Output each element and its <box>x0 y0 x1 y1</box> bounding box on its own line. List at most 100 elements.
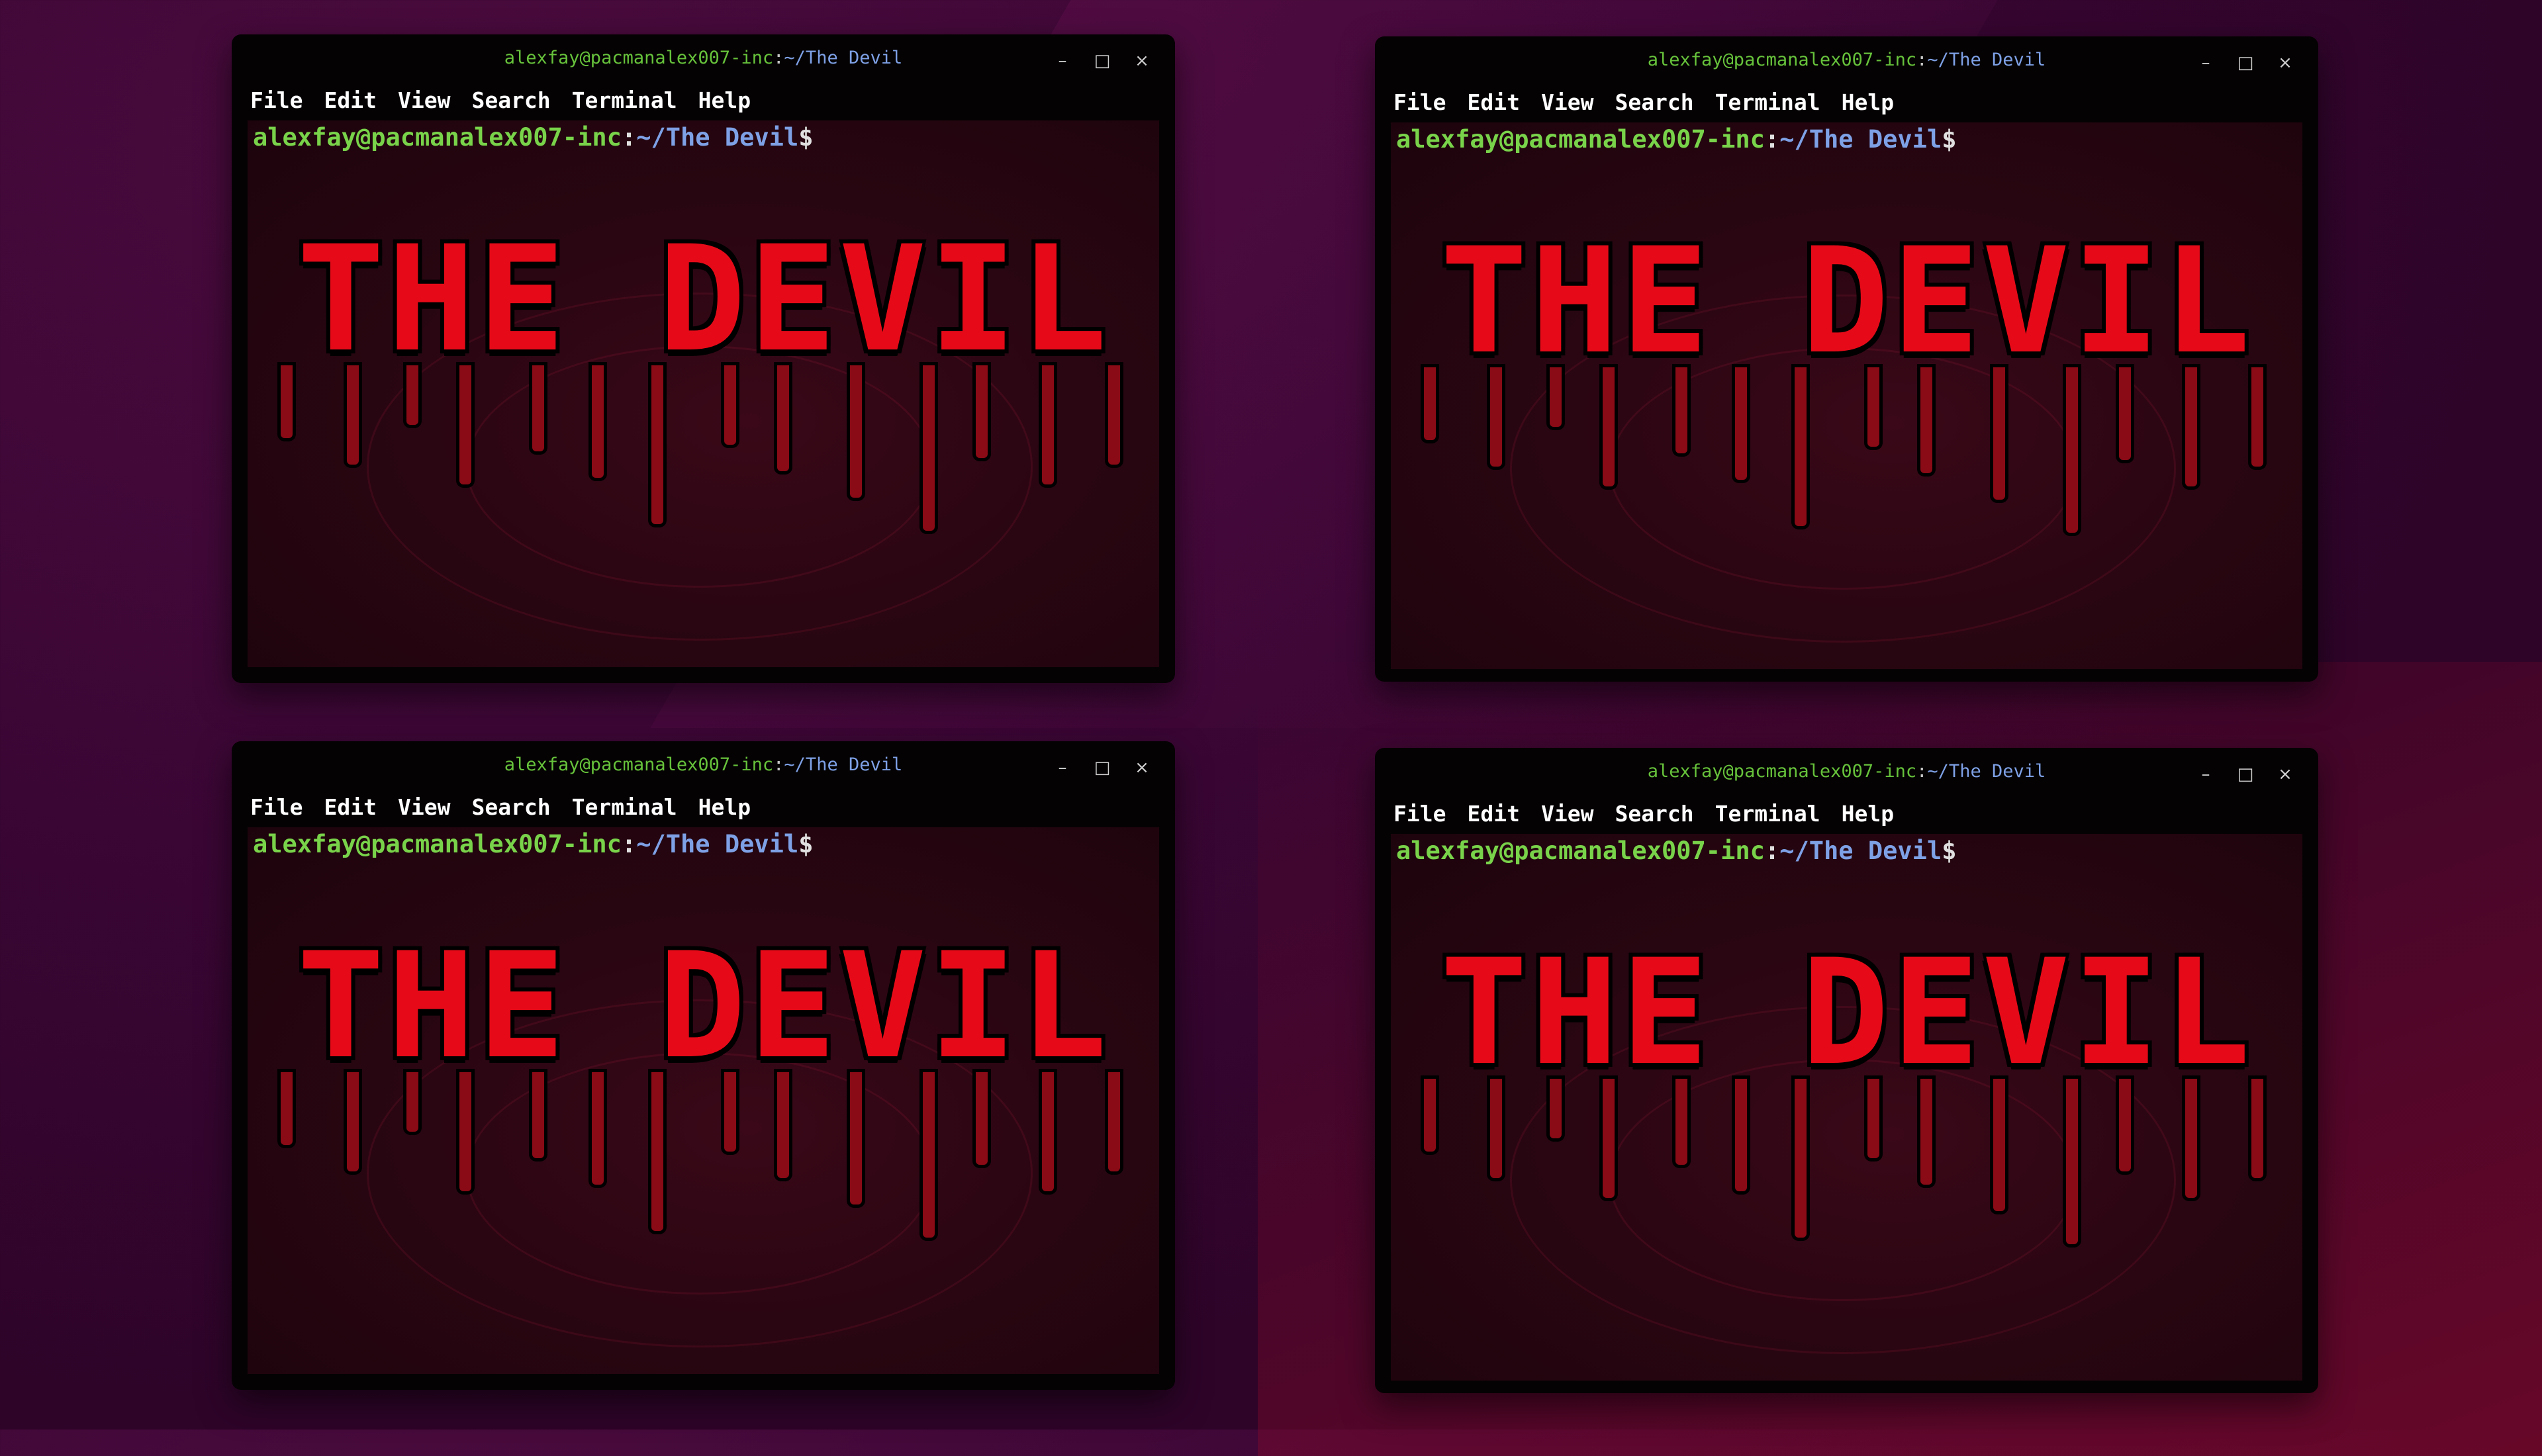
prompt-symbol: $ <box>1942 837 1957 865</box>
blood-drip <box>2251 367 2263 467</box>
blood-drip <box>1795 367 1807 526</box>
prompt-symbol: $ <box>798 830 814 858</box>
blood-drip <box>281 365 293 438</box>
title-user: alexfay@pacmanalex007-inc <box>504 48 774 68</box>
title-separator: : <box>1916 50 1928 70</box>
title-bar[interactable]: alexfay@pacmanalex007-inc:~/The Devil – … <box>1375 36 2318 88</box>
terminal-area[interactable]: alexfay@pacmanalex007-inc:~/The Devil$ T… <box>1391 834 2302 1381</box>
menu-search[interactable]: Search <box>471 86 550 120</box>
minimize-icon[interactable]: – <box>1049 49 1076 75</box>
menu-search[interactable]: Search <box>1615 799 1693 834</box>
window-title: alexfay@pacmanalex007-inc:~/The Devil <box>1375 761 2318 782</box>
title-user: alexfay@pacmanalex007-inc <box>504 754 774 775</box>
prompt-path: ~/The Devil <box>1779 125 1942 154</box>
menu-view[interactable]: View <box>398 86 450 120</box>
close-icon[interactable]: × <box>1129 49 1155 75</box>
window-title: alexfay@pacmanalex007-inc:~/The Devil <box>232 48 1175 68</box>
terminal-area[interactable]: alexfay@pacmanalex007-inc:~/The Devil$ T… <box>248 120 1159 667</box>
menu-edit[interactable]: Edit <box>1467 88 1519 122</box>
menu-terminal[interactable]: Terminal <box>1715 88 1820 122</box>
title-bar[interactable]: alexfay@pacmanalex007-inc:~/The Devil – … <box>232 34 1175 86</box>
terminal-window-top-left[interactable]: alexfay@pacmanalex007-inc:~/The Devil – … <box>232 34 1175 683</box>
menu-file[interactable]: File <box>1393 88 1446 122</box>
banner-text: THE DEVIL <box>297 921 1110 1091</box>
title-path: ~/The Devil <box>1927 50 2046 70</box>
shell-prompt: alexfay@pacmanalex007-inc:~/The Devil$ <box>1396 837 1957 865</box>
blood-drip <box>1795 1079 1807 1238</box>
banner-text: THE DEVIL <box>297 214 1110 384</box>
close-icon[interactable]: × <box>2272 51 2298 77</box>
blood-drip <box>923 365 935 531</box>
terminal-window-bottom-right[interactable]: alexfay@pacmanalex007-inc:~/The Devil – … <box>1375 748 2318 1393</box>
close-icon[interactable]: × <box>2272 762 2298 789</box>
shell-prompt: alexfay@pacmanalex007-inc:~/The Devil$ <box>253 830 814 858</box>
terminal-area[interactable]: alexfay@pacmanalex007-inc:~/The Devil$ T… <box>1391 122 2302 669</box>
window-title: alexfay@pacmanalex007-inc:~/The Devil <box>1375 50 2318 70</box>
menu-file[interactable]: File <box>1393 799 1446 834</box>
minimize-icon[interactable]: – <box>2192 762 2219 789</box>
menu-edit[interactable]: Edit <box>1467 799 1519 834</box>
minimize-icon[interactable]: – <box>1049 756 1076 782</box>
banner-text: THE DEVIL <box>1440 928 2253 1097</box>
blood-drip <box>281 1072 293 1145</box>
blood-drip <box>2066 367 2078 533</box>
title-bar[interactable]: alexfay@pacmanalex007-inc:~/The Devil – … <box>1375 748 2318 799</box>
ascii-banner: THE DEVIL <box>1391 216 2302 533</box>
title-path: ~/The Devil <box>1927 761 2046 782</box>
menu-help[interactable]: Help <box>1842 799 1894 834</box>
prompt-symbol: $ <box>1942 125 1957 154</box>
blood-drip <box>923 1072 935 1238</box>
title-path: ~/The Devil <box>784 48 903 68</box>
terminal-window-bottom-left[interactable]: alexfay@pacmanalex007-inc:~/The Devil – … <box>232 741 1175 1390</box>
prompt-colon: : <box>1764 837 1780 865</box>
menu-help[interactable]: Help <box>698 86 751 120</box>
prompt-colon: : <box>1764 125 1780 154</box>
prompt-path: ~/The Devil <box>636 830 799 858</box>
menu-search[interactable]: Search <box>1615 88 1693 122</box>
menu-bar: File Edit View Search Terminal Help <box>232 86 1175 120</box>
prompt-colon: : <box>621 123 637 152</box>
menu-bar: File Edit View Search Terminal Help <box>1375 88 2318 122</box>
menu-view[interactable]: View <box>398 793 450 827</box>
menu-file[interactable]: File <box>250 86 303 120</box>
prompt-user: alexfay@pacmanalex007-inc <box>1396 837 1765 865</box>
prompt-user: alexfay@pacmanalex007-inc <box>253 123 622 152</box>
maximize-icon[interactable]: □ <box>2232 51 2259 77</box>
title-separator: : <box>773 754 784 775</box>
menu-help[interactable]: Help <box>698 793 751 827</box>
title-separator: : <box>1916 761 1928 782</box>
title-user: alexfay@pacmanalex007-inc <box>1647 761 1917 782</box>
menu-search[interactable]: Search <box>471 793 550 827</box>
blood-drip <box>1993 1079 2005 1211</box>
close-icon[interactable]: × <box>1129 756 1155 782</box>
menu-view[interactable]: View <box>1541 88 1593 122</box>
menu-file[interactable]: File <box>250 793 303 827</box>
ascii-banner: THE DEVIL <box>1391 928 2302 1244</box>
menu-edit[interactable]: Edit <box>324 86 376 120</box>
maximize-icon[interactable]: □ <box>2232 762 2259 789</box>
title-bar[interactable]: alexfay@pacmanalex007-inc:~/The Devil – … <box>232 741 1175 793</box>
prompt-user: alexfay@pacmanalex007-inc <box>253 830 622 858</box>
banner-text: THE DEVIL <box>1440 216 2253 386</box>
prompt-path: ~/The Devil <box>636 123 799 152</box>
menu-terminal[interactable]: Terminal <box>572 86 677 120</box>
terminal-window-top-right[interactable]: alexfay@pacmanalex007-inc:~/The Devil – … <box>1375 36 2318 682</box>
minimize-icon[interactable]: – <box>2192 51 2219 77</box>
menu-terminal[interactable]: Terminal <box>572 793 677 827</box>
menu-edit[interactable]: Edit <box>324 793 376 827</box>
blood-drip <box>1424 367 1436 440</box>
menu-help[interactable]: Help <box>1842 88 1894 122</box>
prompt-colon: : <box>621 830 637 858</box>
maximize-icon[interactable]: □ <box>1089 49 1115 75</box>
menu-view[interactable]: View <box>1541 799 1593 834</box>
ascii-banner: THE DEVIL <box>248 214 1159 531</box>
maximize-icon[interactable]: □ <box>1089 756 1115 782</box>
menu-terminal[interactable]: Terminal <box>1715 799 1820 834</box>
prompt-symbol: $ <box>798 123 814 152</box>
blood-drip <box>850 1072 862 1205</box>
blood-drip <box>850 365 862 498</box>
blood-drip <box>651 1072 663 1231</box>
prompt-path: ~/The Devil <box>1779 837 1942 865</box>
terminal-area[interactable]: alexfay@pacmanalex007-inc:~/The Devil$ T… <box>248 827 1159 1374</box>
blood-drip <box>2251 1079 2263 1178</box>
